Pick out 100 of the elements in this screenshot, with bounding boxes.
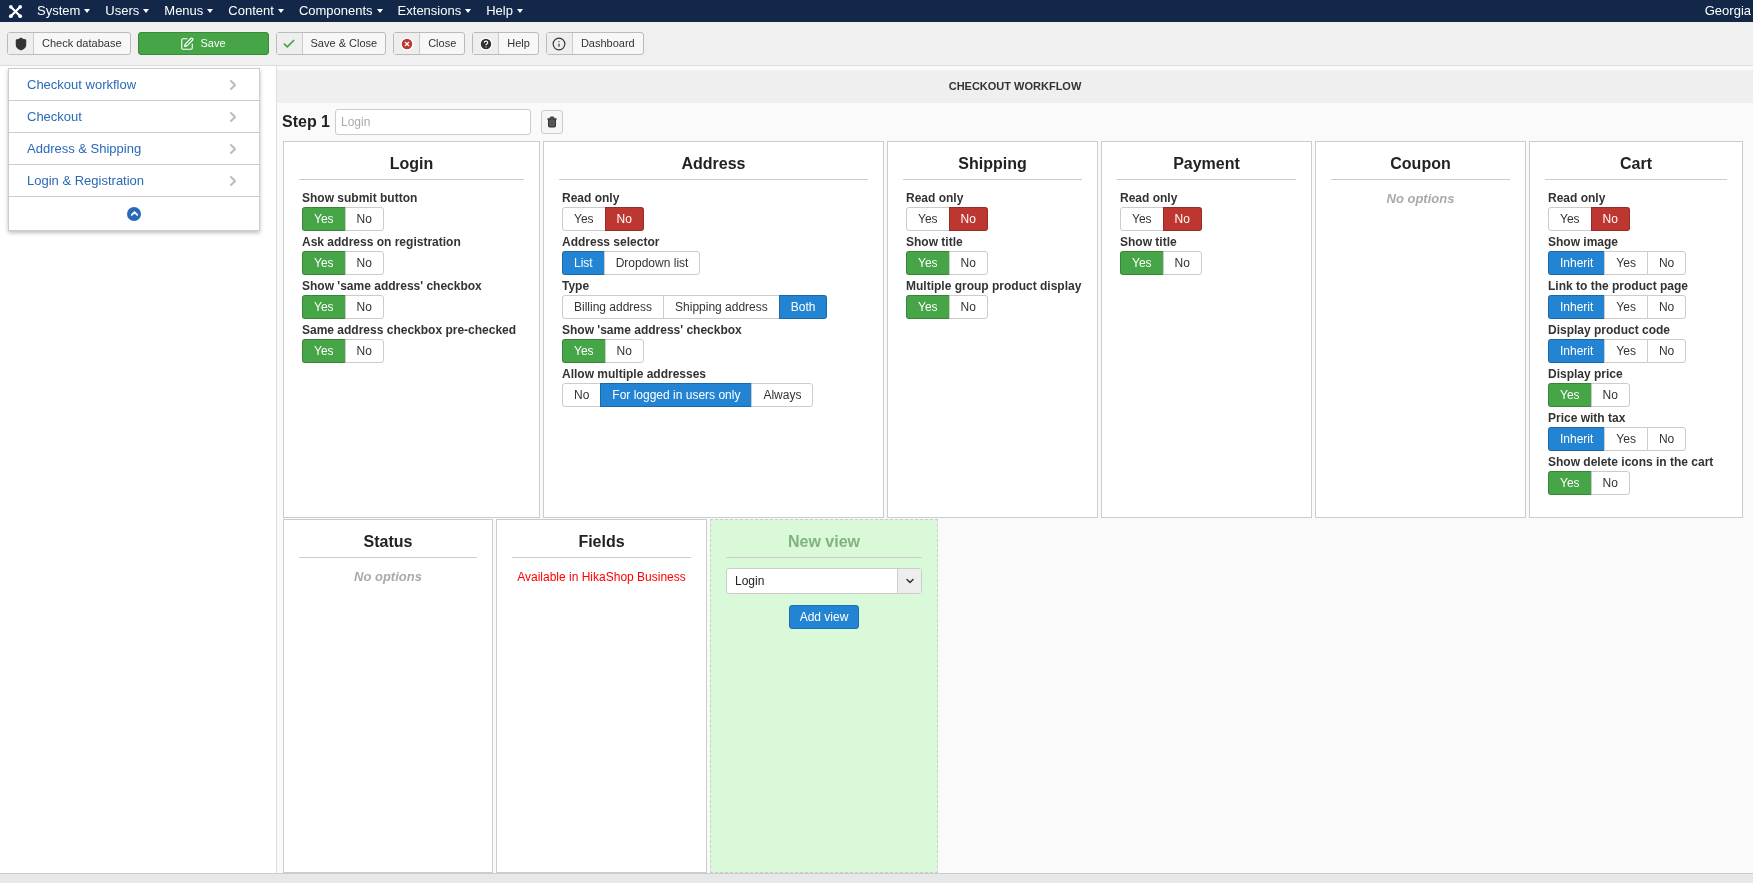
option-toggle[interactable]: No: [604, 339, 644, 363]
option-label: Show title: [906, 234, 963, 251]
option-toggle[interactable]: No: [1646, 251, 1687, 275]
sidebar-item[interactable]: Login & Registration: [9, 165, 259, 197]
option-toggle[interactable]: Shipping address: [663, 295, 780, 319]
option-toggle[interactable]: No: [948, 295, 988, 319]
option-toggle[interactable]: No: [1162, 207, 1202, 231]
panel-title: Payment: [1117, 152, 1296, 180]
option-toggle[interactable]: No: [1646, 427, 1687, 451]
option-label: Display price: [1548, 366, 1623, 383]
logo-icon: [8, 3, 23, 19]
user-name[interactable]: Georgia: [1704, 1, 1751, 21]
panel-title: Shipping: [903, 152, 1082, 180]
option-label: Link to the product page: [1548, 278, 1688, 295]
toolbar-button[interactable]: Help: [472, 32, 539, 55]
option-toggle[interactable]: No: [948, 251, 988, 275]
option-toggle[interactable]: Yes: [1548, 207, 1592, 231]
option-toggle[interactable]: No: [1646, 295, 1687, 319]
menu-item[interactable]: Extensions: [397, 1, 472, 21]
option-toggle[interactable]: Inherit: [1548, 427, 1606, 451]
menu-item[interactable]: Help: [486, 1, 523, 21]
option-toggle[interactable]: No: [1590, 471, 1630, 495]
option-label: Same address checkbox pre-checked: [302, 322, 517, 339]
option-toggle[interactable]: Billing address: [562, 295, 665, 319]
menu-item[interactable]: Content: [228, 1, 284, 21]
option-label: Multiple group product display: [906, 278, 1082, 295]
option-toggle[interactable]: Inherit: [1548, 339, 1606, 363]
step-name-field[interactable]: Login: [335, 109, 531, 135]
option-toggle[interactable]: No: [344, 251, 384, 275]
option-toggle[interactable]: Always: [751, 383, 814, 407]
edit-icon: [180, 36, 195, 51]
option-toggle[interactable]: No: [344, 339, 384, 363]
option-label: Type: [562, 278, 590, 295]
option-toggle[interactable]: No: [948, 207, 988, 231]
option-toggle[interactable]: Yes: [1604, 251, 1648, 275]
option-label: Address selector: [562, 234, 660, 251]
option-label: Show delete icons in the cart: [1548, 454, 1714, 471]
option-toggle[interactable]: No: [1590, 383, 1630, 407]
option-toggle[interactable]: Yes: [1604, 295, 1648, 319]
menu-item[interactable]: Menus: [164, 1, 214, 21]
option-label: Show submit button: [302, 190, 418, 207]
option-label: Show 'same address' checkbox: [302, 278, 482, 295]
menu-item[interactable]: System: [37, 1, 91, 21]
shield-icon: [13, 36, 28, 51]
option-toggle[interactable]: Yes: [1604, 339, 1648, 363]
option-toggle[interactable]: No: [1162, 251, 1202, 275]
option-label: Show image: [1548, 234, 1618, 251]
option-toggle[interactable]: For logged in users only: [600, 383, 753, 407]
collapse-up-icon[interactable]: [127, 206, 141, 221]
page-header: CHECKOUT WORKFLOW: [277, 70, 1753, 103]
option-label: Display product code: [1548, 322, 1671, 339]
add-view-button[interactable]: Add view: [788, 605, 860, 629]
option-label: Read only: [906, 190, 964, 207]
toolbar-button[interactable]: Dashboard: [545, 32, 644, 55]
option-toggle[interactable]: Inherit: [1548, 295, 1606, 319]
option-label: Show 'same address' checkbox: [562, 322, 742, 339]
option-toggle[interactable]: No: [562, 383, 602, 407]
option-label: Allow multiple addresses: [562, 366, 707, 383]
option-toggle[interactable]: Yes: [1120, 207, 1164, 231]
toolbar-button[interactable]: Close: [393, 32, 466, 55]
toolbar-button[interactable]: Check database: [7, 32, 131, 55]
option-toggle[interactable]: No: [1646, 339, 1687, 363]
option-toggle[interactable]: Yes: [562, 207, 606, 231]
option-toggle[interactable]: Dropdown list: [603, 251, 701, 275]
option-label: Ask address on registration: [302, 234, 461, 251]
option-toggle[interactable]: No: [344, 295, 384, 319]
panel-title: Coupon: [1331, 152, 1510, 180]
option-label: Read only: [1120, 190, 1178, 207]
menu-item[interactable]: Components: [298, 1, 383, 21]
option-toggle[interactable]: Yes: [1604, 427, 1648, 451]
option-toggle[interactable]: No: [344, 207, 384, 231]
option-toggle[interactable]: No: [1590, 207, 1630, 231]
sidebar-item[interactable]: Checkout workflow: [9, 69, 259, 101]
panel-title: Login: [299, 152, 524, 180]
option-toggle[interactable]: Yes: [906, 207, 950, 231]
option-toggle[interactable]: Both: [778, 295, 828, 319]
view-select[interactable]: Login: [726, 568, 922, 594]
option-toggle[interactable]: Inherit: [1548, 251, 1606, 275]
sidebar-item[interactable]: Checkout: [9, 101, 259, 133]
close-icon: [399, 36, 414, 51]
menu-item[interactable]: Users: [105, 1, 150, 21]
panel-title: Fields: [512, 530, 691, 558]
notice-text: Available in HikaShop Business: [517, 570, 686, 584]
option-label: Read only: [1548, 190, 1606, 207]
sidebar-item[interactable]: Address & Shipping: [9, 133, 259, 165]
option-label: Show title: [1120, 234, 1177, 251]
panel-title: New view: [726, 530, 922, 558]
help-icon: [478, 36, 493, 51]
empty-note: No options: [354, 569, 422, 584]
option-toggle[interactable]: No: [604, 207, 644, 231]
option-toggle[interactable]: List: [562, 251, 605, 275]
info-icon: [552, 36, 567, 51]
panel-title: Status: [299, 530, 477, 558]
empty-note: No options: [1386, 191, 1455, 206]
trash-icon: [546, 116, 558, 128]
step-label: Step 1: [282, 112, 330, 132]
panel-title: Cart: [1545, 152, 1727, 180]
toolbar-button[interactable]: Save & Close: [275, 32, 387, 55]
option-label: Price with tax: [1548, 410, 1626, 427]
delete-button[interactable]: [541, 110, 563, 134]
